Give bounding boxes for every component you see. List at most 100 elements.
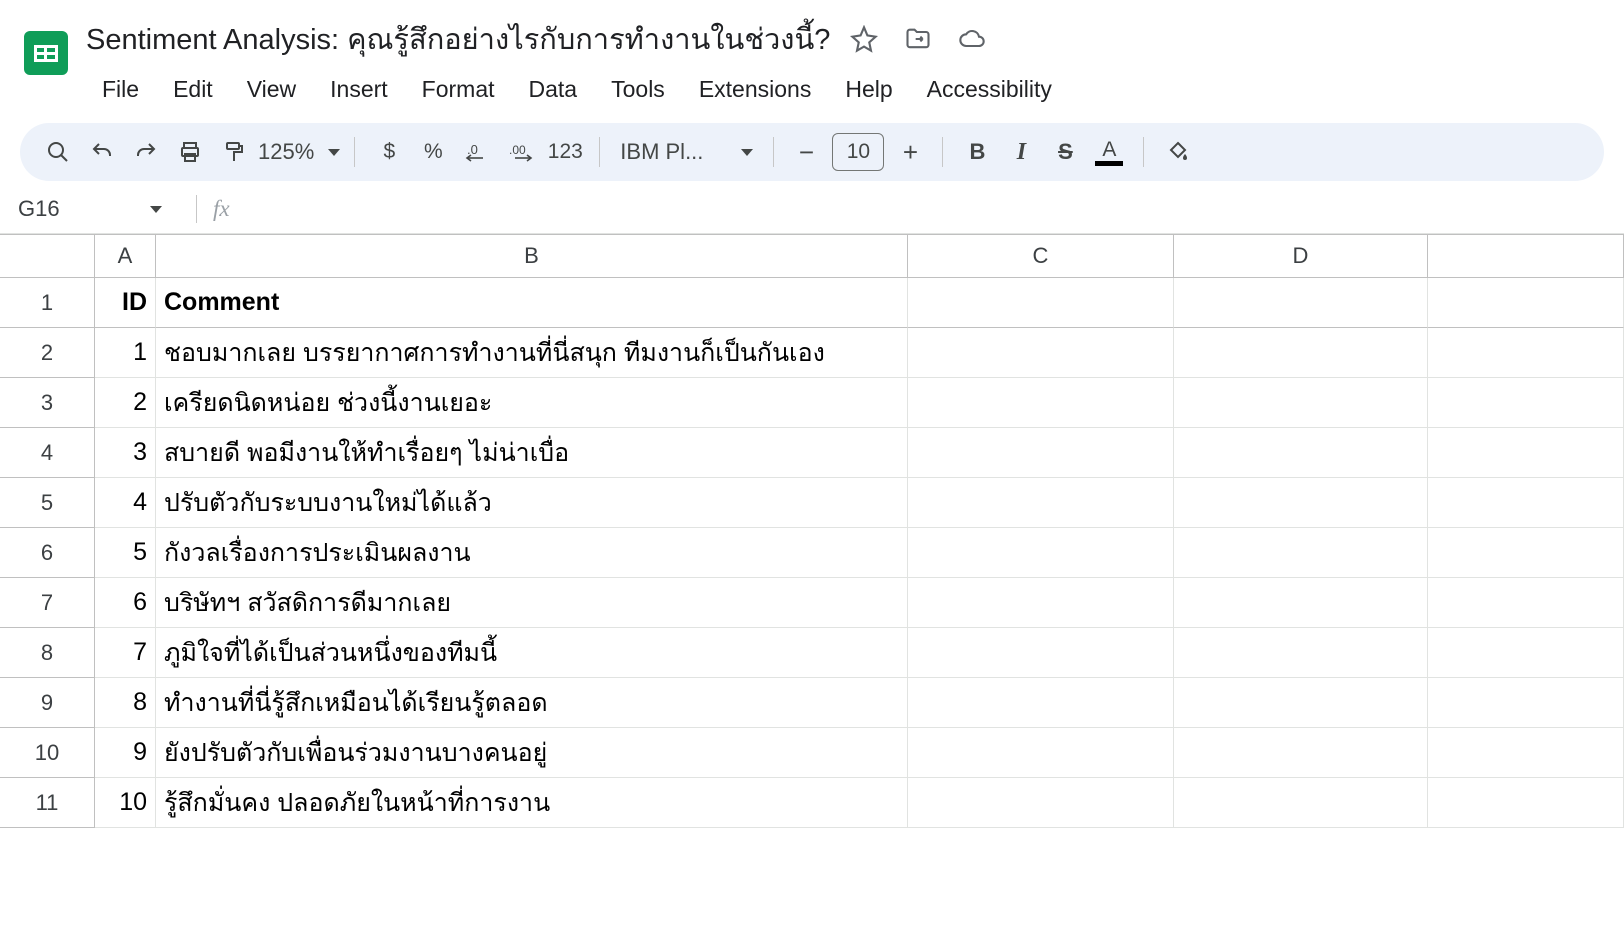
- cell-e[interactable]: [1428, 578, 1624, 628]
- menu-help[interactable]: Help: [829, 70, 908, 109]
- cell-a[interactable]: 2: [95, 378, 156, 428]
- text-color-button[interactable]: A: [1089, 139, 1129, 166]
- cell-c[interactable]: [908, 778, 1174, 828]
- cell-b[interactable]: ภูมิใจที่ได้เป็นส่วนหนึ่งของทีมนี้: [156, 628, 908, 678]
- zoom-select[interactable]: 125%: [258, 139, 340, 165]
- cell-c[interactable]: [908, 728, 1174, 778]
- menu-accessibility[interactable]: Accessibility: [911, 70, 1068, 109]
- format-percent-button[interactable]: %: [413, 132, 453, 172]
- menu-file[interactable]: File: [86, 70, 155, 109]
- cell-a[interactable]: 3: [95, 428, 156, 478]
- format-number-button[interactable]: 123: [545, 132, 585, 172]
- row-header[interactable]: 1: [0, 278, 95, 328]
- cell-a[interactable]: 10: [95, 778, 156, 828]
- row-header[interactable]: 2: [0, 328, 95, 378]
- increase-font-size-button[interactable]: +: [892, 134, 928, 170]
- cell-e[interactable]: [1428, 278, 1624, 328]
- col-header-e[interactable]: [1428, 235, 1624, 278]
- fill-color-button[interactable]: [1158, 132, 1198, 172]
- menu-format[interactable]: Format: [406, 70, 511, 109]
- format-currency-button[interactable]: $: [369, 132, 409, 172]
- star-icon[interactable]: [850, 25, 878, 53]
- cell-c[interactable]: [908, 578, 1174, 628]
- cell-e[interactable]: [1428, 678, 1624, 728]
- cell-c[interactable]: [908, 528, 1174, 578]
- cell-d[interactable]: [1174, 628, 1428, 678]
- italic-button[interactable]: I: [1001, 132, 1041, 172]
- cell-a[interactable]: ID: [95, 278, 156, 328]
- cell-b[interactable]: ชอบมากเลย บรรยากาศการทำงานที่นี่สนุก ทีม…: [156, 328, 908, 378]
- cell-a[interactable]: 9: [95, 728, 156, 778]
- row-header[interactable]: 8: [0, 628, 95, 678]
- row-header[interactable]: 9: [0, 678, 95, 728]
- font-family-select[interactable]: IBM Pl...: [614, 139, 759, 165]
- cell-e[interactable]: [1428, 628, 1624, 678]
- cell-b[interactable]: ปรับตัวกับระบบงานใหม่ได้แล้ว: [156, 478, 908, 528]
- cell-b[interactable]: Comment: [156, 278, 908, 328]
- cell-b[interactable]: บริษัทฯ สวัสดิการดีมากเลย: [156, 578, 908, 628]
- cell-c[interactable]: [908, 378, 1174, 428]
- move-folder-icon[interactable]: [904, 25, 932, 53]
- cell-b[interactable]: เครียดนิดหน่อย ช่วงนี้งานเยอะ: [156, 378, 908, 428]
- print-icon[interactable]: [170, 132, 210, 172]
- cell-c[interactable]: [908, 628, 1174, 678]
- row-header[interactable]: 3: [0, 378, 95, 428]
- cell-a[interactable]: 6: [95, 578, 156, 628]
- col-header-d[interactable]: D: [1174, 235, 1428, 278]
- cell-c[interactable]: [908, 428, 1174, 478]
- menu-insert[interactable]: Insert: [314, 70, 404, 109]
- row-header[interactable]: 4: [0, 428, 95, 478]
- cell-b[interactable]: รู้สึกมั่นคง ปลอดภัยในหน้าที่การงาน: [156, 778, 908, 828]
- font-size-input[interactable]: [832, 133, 884, 171]
- bold-button[interactable]: B: [957, 132, 997, 172]
- paint-format-icon[interactable]: [214, 132, 254, 172]
- cell-a[interactable]: 4: [95, 478, 156, 528]
- menu-view[interactable]: View: [231, 70, 312, 109]
- menu-extensions[interactable]: Extensions: [683, 70, 828, 109]
- cell-c[interactable]: [908, 278, 1174, 328]
- row-header[interactable]: 11: [0, 778, 95, 828]
- cell-a[interactable]: 8: [95, 678, 156, 728]
- row-header[interactable]: 6: [0, 528, 95, 578]
- menu-edit[interactable]: Edit: [157, 70, 229, 109]
- cell-d[interactable]: [1174, 278, 1428, 328]
- select-all-corner[interactable]: [0, 235, 95, 278]
- cell-d[interactable]: [1174, 728, 1428, 778]
- cell-d[interactable]: [1174, 478, 1428, 528]
- cell-a[interactable]: 1: [95, 328, 156, 378]
- cell-e[interactable]: [1428, 528, 1624, 578]
- cloud-status-icon[interactable]: [958, 25, 986, 53]
- cell-e[interactable]: [1428, 478, 1624, 528]
- cell-a[interactable]: 7: [95, 628, 156, 678]
- row-header[interactable]: 10: [0, 728, 95, 778]
- col-header-c[interactable]: C: [908, 235, 1174, 278]
- document-title[interactable]: Sentiment Analysis: คุณรู้สึกอย่างไรกับก…: [86, 16, 830, 62]
- cell-b[interactable]: ยังปรับตัวกับเพื่อนร่วมงานบางคนอยู่: [156, 728, 908, 778]
- cell-a[interactable]: 5: [95, 528, 156, 578]
- col-header-b[interactable]: B: [156, 235, 908, 278]
- redo-icon[interactable]: [126, 132, 166, 172]
- undo-icon[interactable]: [82, 132, 122, 172]
- row-header[interactable]: 7: [0, 578, 95, 628]
- sheets-logo[interactable]: [20, 18, 72, 88]
- cell-c[interactable]: [908, 328, 1174, 378]
- cell-d[interactable]: [1174, 528, 1428, 578]
- cell-d[interactable]: [1174, 678, 1428, 728]
- name-box[interactable]: G16: [10, 196, 180, 222]
- cell-d[interactable]: [1174, 428, 1428, 478]
- cell-c[interactable]: [908, 478, 1174, 528]
- cell-c[interactable]: [908, 678, 1174, 728]
- cell-e[interactable]: [1428, 428, 1624, 478]
- cell-e[interactable]: [1428, 728, 1624, 778]
- cell-b[interactable]: สบายดี พอมีงานให้ทำเรื่อยๆ ไม่น่าเบื่อ: [156, 428, 908, 478]
- strikethrough-button[interactable]: S: [1045, 132, 1085, 172]
- cell-e[interactable]: [1428, 778, 1624, 828]
- search-icon[interactable]: [38, 132, 78, 172]
- decrease-font-size-button[interactable]: −: [788, 134, 824, 170]
- increase-decimal-button[interactable]: .00: [501, 132, 541, 172]
- menu-data[interactable]: Data: [513, 70, 594, 109]
- cell-e[interactable]: [1428, 328, 1624, 378]
- cell-d[interactable]: [1174, 578, 1428, 628]
- cell-d[interactable]: [1174, 378, 1428, 428]
- cell-d[interactable]: [1174, 328, 1428, 378]
